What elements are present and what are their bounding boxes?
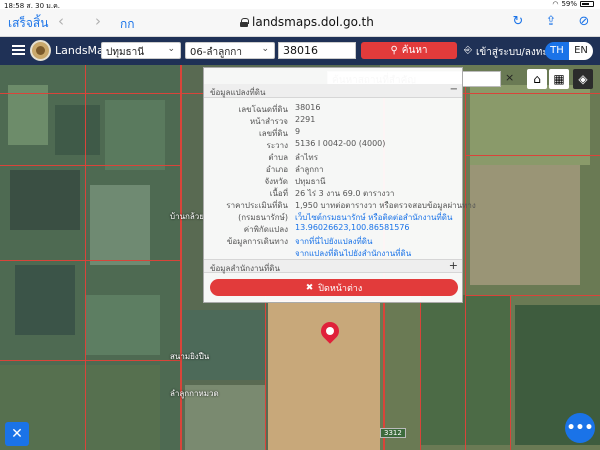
panel-title: ข้อมูลแปลงที่ดิน −: [204, 84, 462, 98]
lang-th-button[interactable]: TH: [545, 42, 569, 60]
info-row: ระวาง 5136 I 0042-00 (4000): [266, 139, 386, 150]
info-row: ข้อมูลการเดินทาง จากที่นี่ไปยังแปลงที่ดิน: [226, 237, 373, 246]
parcel-boundary: [265, 295, 266, 450]
text-size-button[interactable]: กก: [120, 15, 135, 34]
login-icon: ⎆: [464, 45, 472, 56]
info-row: จังหวัด ปทุมธานี: [264, 177, 326, 186]
parcel-boundary: [510, 295, 511, 450]
info-row: ตำบล ลำไทร: [268, 153, 318, 162]
status-bar: 18:58 ส. 30 ม.ค. ◠ 59%: [0, 0, 600, 10]
parcel-boundary: [85, 65, 86, 450]
url-text: landsmaps.dol.go.th: [252, 15, 374, 29]
expand-icon[interactable]: +: [449, 259, 458, 272]
map-pond: [180, 310, 265, 380]
parcel-boundary: [0, 165, 180, 166]
map-place-label: สนามยิงปืน: [170, 352, 210, 361]
parcel-boundary: [465, 155, 600, 156]
home-icon[interactable]: ⌂: [527, 69, 547, 89]
info-row: หน้าสำรวจ 2291: [249, 115, 316, 126]
info-row: ราคาประเมินที่ดิน 1,950 บาทต่อตารางวา หรื…: [226, 201, 476, 210]
search-icon: ⚲: [390, 45, 398, 56]
lock-icon: [240, 17, 249, 27]
grid-icon[interactable]: ▦: [549, 69, 569, 89]
info-row: (กรมธนารักษ์) เว็บไซต์กรมธนารักษ์ หรือติด…: [238, 213, 453, 222]
map-field: [90, 185, 150, 265]
info-row: เนื้อที่ 26 ไร่ 3 งาน 69.0 ตารางวา: [269, 189, 395, 198]
info-row: ค่าพิกัดแปลง 13.96026623,100.86581576: [243, 223, 410, 234]
menu-icon[interactable]: [12, 45, 25, 55]
parcel-boundary: [420, 295, 421, 450]
status-right: ◠ 59%: [552, 0, 594, 8]
battery-percent: 59%: [561, 0, 577, 8]
dol-logo: [30, 40, 51, 61]
parcel-number-input[interactable]: 38016: [278, 42, 356, 59]
coordinates-link[interactable]: 13.96026623,100.86581576: [295, 223, 410, 232]
close-window-button[interactable]: ✖ ปิดหน้าต่าง: [210, 279, 458, 296]
map-field: [105, 100, 165, 170]
parcel-boundary: [0, 360, 180, 361]
battery-icon: [580, 1, 594, 7]
district-select[interactable]: 06-ลำลูกกา ⌄: [185, 42, 275, 59]
map-place-label: ลำลูกกาหมวด: [170, 389, 219, 398]
more-options-icon[interactable]: •••: [565, 413, 595, 443]
parcel-boundary: [465, 295, 600, 296]
map-village: [470, 165, 580, 285]
language-toggle[interactable]: TH EN: [545, 42, 593, 60]
map-field: [85, 295, 160, 355]
map-field: [470, 85, 590, 165]
info-row: อำเภอ ลำลูกกา: [265, 165, 324, 174]
search-button[interactable]: ⚲ ค้นหา: [361, 42, 457, 59]
road-number-label: 3312: [380, 428, 406, 438]
address-bar[interactable]: landsmaps.dol.go.th: [240, 15, 374, 29]
map-field: [15, 265, 75, 335]
info-row: จากแปลงที่ดินไปยังสำนักงานที่ดิน: [204, 247, 462, 258]
forward-icon[interactable]: ›: [95, 12, 101, 30]
wifi-icon: ◠: [552, 0, 559, 8]
map-field: [10, 170, 80, 230]
lang-en-button[interactable]: EN: [569, 42, 593, 60]
clear-search-icon[interactable]: ×: [505, 71, 514, 84]
done-button[interactable]: เสร็จสิ้น: [8, 14, 48, 33]
land-office-section[interactable]: ข้อมูลสำนักงานที่ดิน +: [204, 259, 462, 273]
close-icon: ✖: [305, 282, 314, 293]
province-select[interactable]: ปทุมธานี ⌄: [101, 42, 181, 59]
parcel-boundary: [465, 80, 466, 450]
app-header: LandsMaps ปทุมธานี ⌄ 06-ลำลูกกา ⌄ 38016 ⚲ ค…: [0, 37, 600, 65]
info-row: เลขที่ดิน 9: [258, 127, 301, 138]
chevron-down-icon: ⌄: [167, 44, 175, 54]
chevron-down-icon: ⌄: [261, 44, 269, 54]
collapse-icon[interactable]: −: [450, 84, 458, 95]
info-row: เลขโฉนดที่ดิน 38016: [238, 103, 321, 114]
tools-icon[interactable]: ✕: [5, 422, 29, 446]
share-icon[interactable]: ⇪: [543, 14, 559, 29]
map-place-label: บ้านกล้วย: [170, 212, 204, 221]
back-icon[interactable]: ‹: [58, 12, 64, 30]
layers-icon[interactable]: ◈: [573, 69, 593, 89]
parcel-boundary: [0, 260, 180, 261]
map-field: [8, 85, 48, 145]
reload-icon[interactable]: ↻: [510, 14, 526, 29]
map-field: [55, 105, 100, 155]
parcel-info-panel: ข้อมูลแปลงที่ดิน − เลขโฉนดที่ดิน 38016 หน้…: [203, 67, 476, 303]
browser-toolbar: เสร็จสิ้น ‹ › กก landsmaps.dol.go.th ↻ ⇪…: [0, 9, 600, 37]
compass-icon[interactable]: ⊘: [576, 14, 592, 29]
